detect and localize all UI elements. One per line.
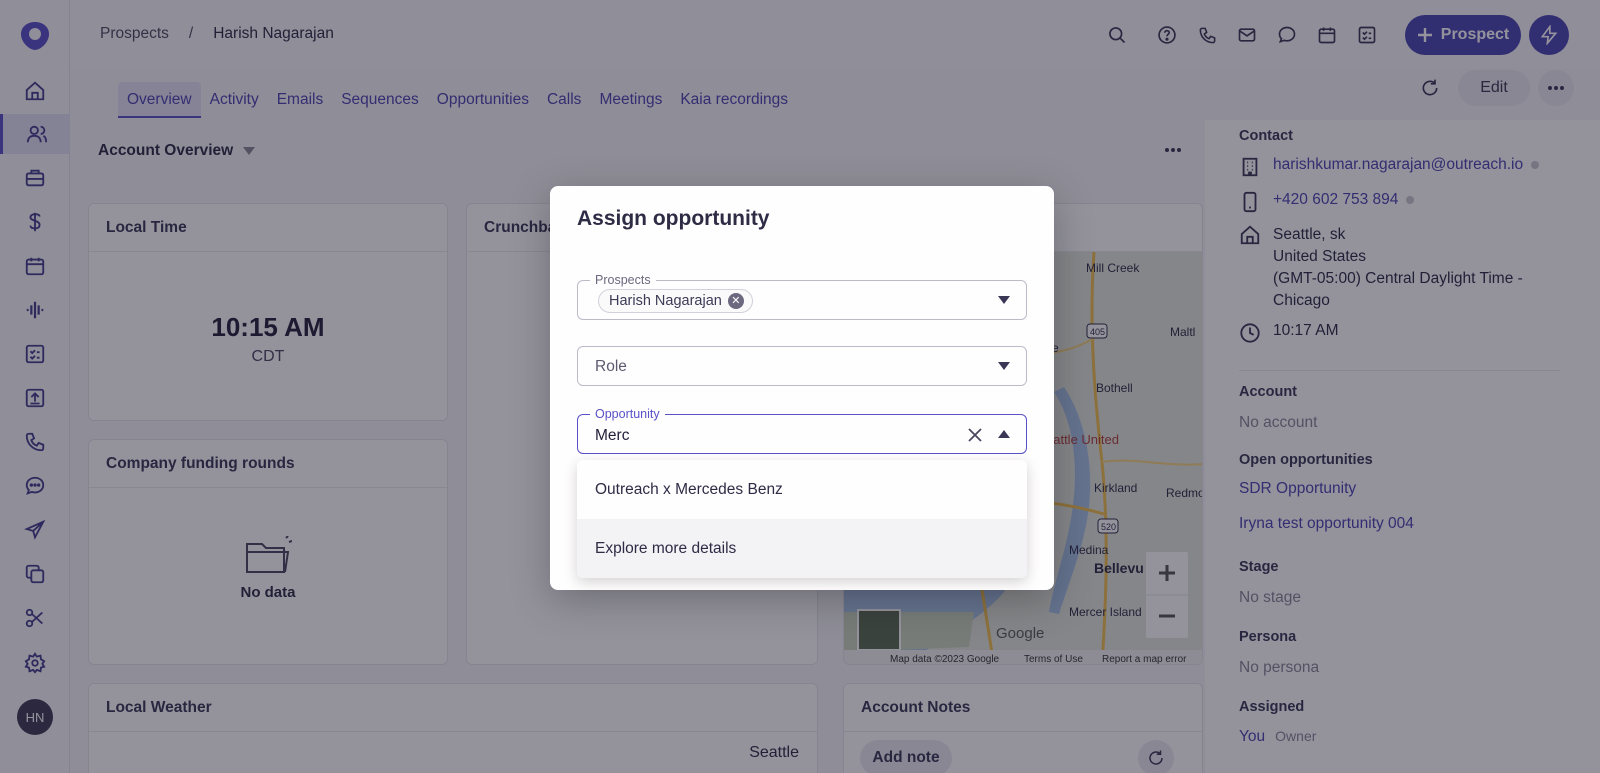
option-outreach-mercedes-benz[interactable]: Outreach x Mercedes Benz (577, 460, 1027, 519)
role-placeholder: Role (595, 358, 627, 375)
prospects-select[interactable]: Prospects Harish Nagarajan ✕ (577, 273, 1027, 320)
chevron-down-icon[interactable] (998, 296, 1010, 304)
prospect-chip: Harish Nagarajan ✕ (598, 289, 753, 313)
option-explore-more-details[interactable]: Explore more details (577, 519, 1027, 578)
opportunity-search-input[interactable] (595, 427, 935, 445)
opportunity-options-list: Outreach x Mercedes Benz Explore more de… (577, 460, 1027, 578)
dialog-title: Assign opportunity (577, 207, 770, 230)
remove-chip-icon[interactable]: ✕ (727, 293, 744, 309)
clear-input-icon[interactable] (966, 426, 984, 444)
prospects-field-label: Prospects (590, 273, 656, 287)
opportunity-field-label: Opportunity (590, 407, 665, 421)
role-select[interactable]: Role (577, 346, 1027, 386)
prospect-chip-label: Harish Nagarajan (609, 293, 722, 309)
chevron-down-icon[interactable] (998, 362, 1010, 370)
opportunity-combobox[interactable]: Opportunity (577, 407, 1027, 454)
assign-opportunity-dialog: Assign opportunity Prospects Harish Naga… (550, 186, 1054, 590)
chevron-up-icon[interactable] (998, 430, 1010, 438)
